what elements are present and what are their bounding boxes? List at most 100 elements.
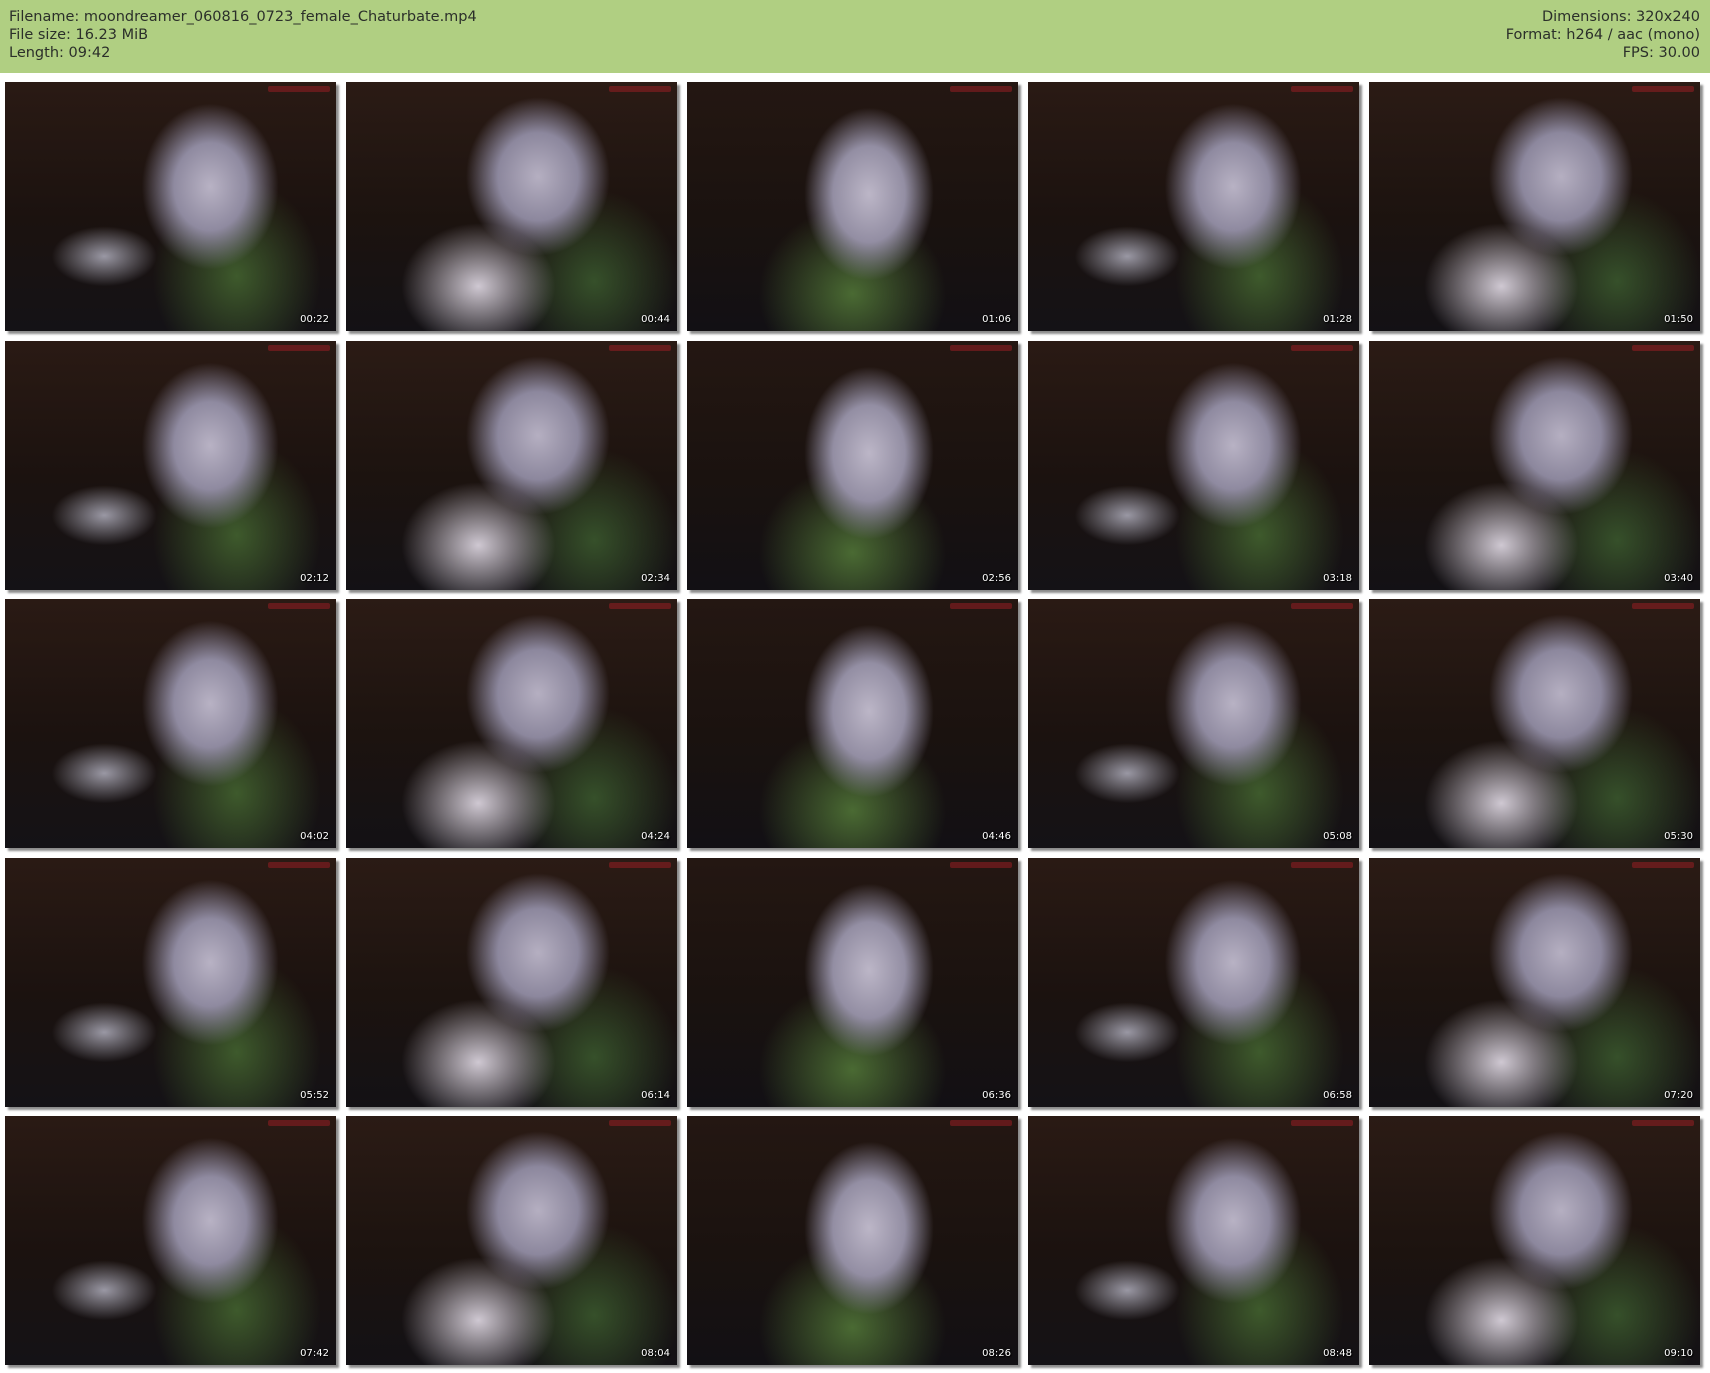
- thumbnail-frame: 03:40: [1369, 341, 1700, 590]
- thumbnail-frame: 09:10: [1369, 1116, 1700, 1365]
- thumbnail-frame: 01:50: [1369, 82, 1700, 331]
- format-text: Format: h264 / aac (mono): [1505, 27, 1700, 43]
- video-still-image: [346, 341, 677, 590]
- video-still-image: [1369, 1116, 1700, 1365]
- video-still-image: [687, 341, 1018, 590]
- watermark-logo: [1291, 1120, 1353, 1126]
- video-still-image: [5, 858, 336, 1107]
- thumbnail-timestamp: 00:44: [641, 314, 670, 325]
- filename-text: Filename: moondreamer_060816_0723_female…: [9, 9, 477, 25]
- video-still-image: [687, 82, 1018, 331]
- watermark-logo: [268, 345, 330, 351]
- video-still-image: [346, 82, 677, 331]
- thumbnail-timestamp: 04:24: [641, 831, 670, 842]
- thumbnail-frame: 04:02: [5, 599, 336, 848]
- thumbnail-timestamp: 01:28: [1323, 314, 1352, 325]
- length-text: Length: 09:42: [9, 45, 111, 61]
- watermark-logo: [950, 862, 1012, 868]
- video-still-image: [346, 858, 677, 1107]
- video-still-image: [1028, 599, 1359, 848]
- video-still-image: [687, 858, 1018, 1107]
- video-still-image: [687, 1116, 1018, 1365]
- thumbnail-timestamp: 05:30: [1664, 831, 1693, 842]
- thumbnail-timestamp: 08:04: [641, 1348, 670, 1359]
- thumbnail-timestamp: 03:18: [1323, 573, 1352, 584]
- watermark-logo: [609, 862, 671, 868]
- watermark-logo: [268, 862, 330, 868]
- thumbnail-timestamp: 04:46: [982, 831, 1011, 842]
- video-still-image: [5, 82, 336, 331]
- watermark-logo: [609, 86, 671, 92]
- thumbnail-frame: 07:42: [5, 1116, 336, 1365]
- video-still-image: [346, 599, 677, 848]
- file-info-left: Filename: moondreamer_060816_0723_female…: [9, 8, 477, 62]
- thumbnail-frame: 02:12: [5, 341, 336, 590]
- video-still-image: [5, 599, 336, 848]
- thumbnail-frame: 08:48: [1028, 1116, 1359, 1365]
- watermark-logo: [950, 86, 1012, 92]
- watermark-logo: [1632, 1120, 1694, 1126]
- video-still-image: [1028, 1116, 1359, 1365]
- thumbnail-frame: 08:26: [687, 1116, 1018, 1365]
- watermark-logo: [950, 603, 1012, 609]
- video-still-image: [5, 341, 336, 590]
- watermark-logo: [1632, 345, 1694, 351]
- watermark-logo: [1291, 86, 1353, 92]
- thumbnail-frame: 08:04: [346, 1116, 677, 1365]
- video-still-image: [1028, 858, 1359, 1107]
- watermark-logo: [268, 603, 330, 609]
- video-still-image: [346, 1116, 677, 1365]
- thumbnail-frame: 05:52: [5, 858, 336, 1107]
- watermark-logo: [1291, 603, 1353, 609]
- watermark-logo: [268, 86, 330, 92]
- video-still-image: [1369, 341, 1700, 590]
- thumbnail-frame: 05:30: [1369, 599, 1700, 848]
- thumbnail-frame: 02:34: [346, 341, 677, 590]
- video-still-image: [1028, 82, 1359, 331]
- thumbnail-timestamp: 06:58: [1323, 1090, 1352, 1101]
- thumbnail-timestamp: 00:22: [300, 314, 329, 325]
- thumbnail-frame: 06:58: [1028, 858, 1359, 1107]
- watermark-logo: [950, 1120, 1012, 1126]
- watermark-logo: [268, 1120, 330, 1126]
- thumbnail-frame: 06:14: [346, 858, 677, 1107]
- thumbnail-frame: 06:36: [687, 858, 1018, 1107]
- watermark-logo: [609, 603, 671, 609]
- watermark-logo: [1632, 86, 1694, 92]
- thumbnail-frame: 00:44: [346, 82, 677, 331]
- video-still-image: [1369, 599, 1700, 848]
- fps-text: FPS: 30.00: [1622, 45, 1700, 61]
- video-still-image: [1369, 858, 1700, 1107]
- watermark-logo: [950, 345, 1012, 351]
- thumbnail-timestamp: 09:10: [1664, 1348, 1693, 1359]
- thumbnail-timestamp: 08:26: [982, 1348, 1011, 1359]
- watermark-logo: [609, 345, 671, 351]
- thumbnail-timestamp: 03:40: [1664, 573, 1693, 584]
- thumbnail-timestamp: 06:14: [641, 1090, 670, 1101]
- thumbnail-timestamp: 07:42: [300, 1348, 329, 1359]
- thumbnail-timestamp: 08:48: [1323, 1348, 1352, 1359]
- thumbnail-timestamp: 01:06: [982, 314, 1011, 325]
- watermark-logo: [609, 1120, 671, 1126]
- thumbnail-frame: 01:06: [687, 82, 1018, 331]
- thumbnail-timestamp: 04:02: [300, 831, 329, 842]
- watermark-logo: [1291, 862, 1353, 868]
- thumbnail-frame: 04:46: [687, 599, 1018, 848]
- watermark-logo: [1632, 603, 1694, 609]
- thumbnail-frame: 03:18: [1028, 341, 1359, 590]
- thumbnail-timestamp: 02:34: [641, 573, 670, 584]
- thumbnail-frame: 01:28: [1028, 82, 1359, 331]
- video-still-image: [1028, 341, 1359, 590]
- thumbnail-frame: 00:22: [5, 82, 336, 331]
- thumbnail-timestamp: 05:08: [1323, 831, 1352, 842]
- thumbnail-timestamp: 01:50: [1664, 314, 1693, 325]
- thumbnail-timestamp: 07:20: [1664, 1090, 1693, 1101]
- thumbnail-grid: 00:22 00:44 01:06 01:28 01:50 02:12 02:34 02:56…: [0, 82, 1710, 1373]
- thumbnail-frame: 05:08: [1028, 599, 1359, 848]
- dimensions-text: Dimensions: 320x240: [1541, 9, 1700, 25]
- thumbnail-frame: 07:20: [1369, 858, 1700, 1107]
- thumbnail-timestamp: 02:56: [982, 573, 1011, 584]
- video-still-image: [5, 1116, 336, 1365]
- watermark-logo: [1291, 345, 1353, 351]
- filesize-text: File size: 16.23 MiB: [9, 27, 149, 43]
